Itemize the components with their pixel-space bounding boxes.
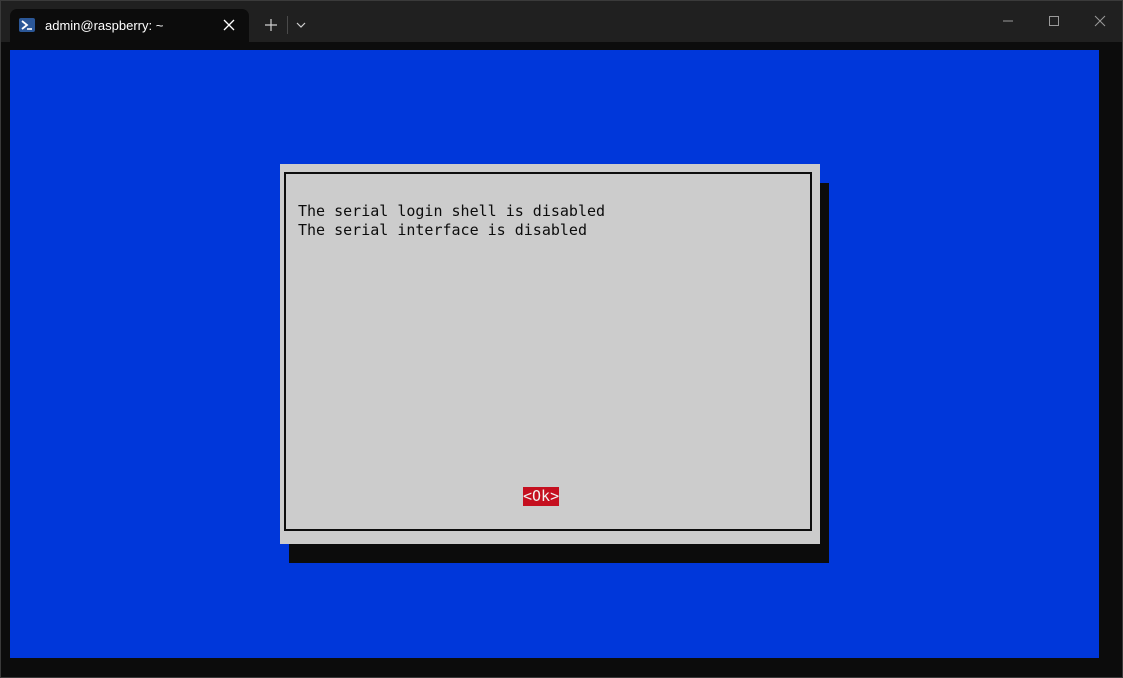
close-window-icon[interactable] [1088, 9, 1112, 33]
dialog-message: The serial login shell is disabled The se… [298, 202, 605, 240]
chevron-down-icon[interactable] [291, 15, 311, 35]
dialog-line-1: The serial login shell is disabled [298, 202, 606, 220]
close-icon[interactable] [221, 17, 237, 33]
terminal-content[interactable]: The serial login shell is disabled The se… [10, 50, 1099, 658]
ok-button[interactable]: <Ok> [523, 487, 559, 506]
powershell-icon [19, 18, 35, 32]
dialog-line-2: The serial interface is disabled [298, 221, 587, 239]
tab-separator [287, 16, 288, 34]
maximize-icon[interactable] [1042, 9, 1066, 33]
tab-title: admin@raspberry: ~ [45, 18, 164, 33]
message-dialog: The serial login shell is disabled The se… [280, 164, 820, 544]
minimize-icon[interactable] [996, 9, 1020, 33]
title-bar: admin@raspberry: ~ [1, 1, 1122, 42]
terminal-window: admin@raspberry: ~ The serial login shel… [0, 0, 1123, 678]
plus-icon[interactable] [261, 15, 281, 35]
tab-terminal[interactable]: admin@raspberry: ~ [10, 9, 249, 42]
